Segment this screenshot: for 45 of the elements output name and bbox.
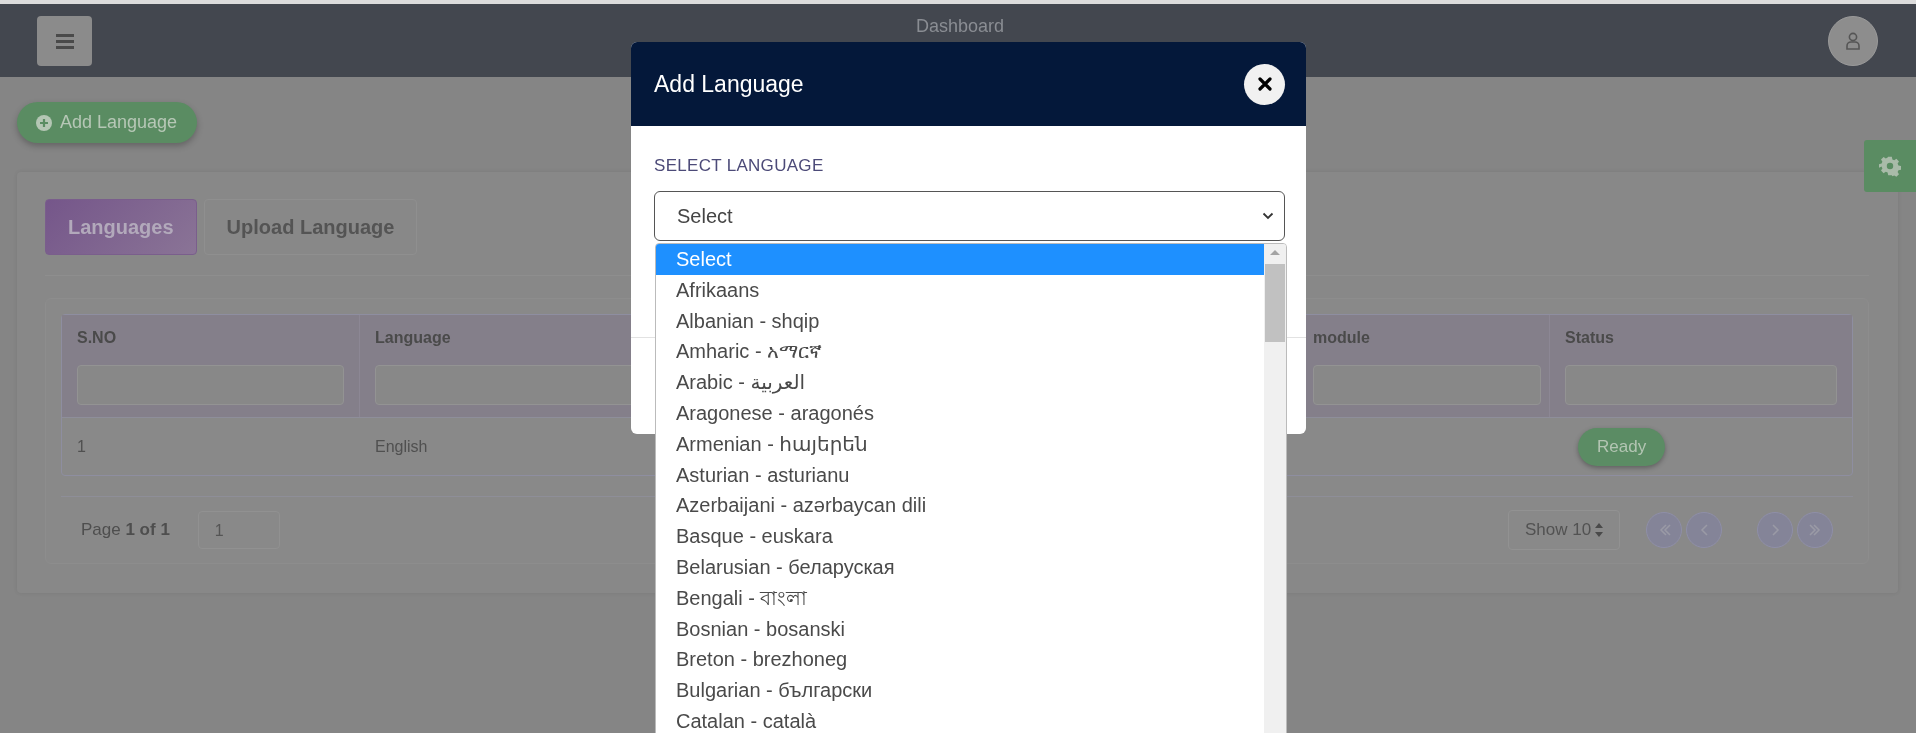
first-page-button[interactable] bbox=[1646, 512, 1682, 548]
dropdown-option[interactable]: Armenian - հայերեն bbox=[656, 428, 1264, 460]
table-cell: 1 bbox=[77, 437, 86, 455]
column-header: module bbox=[1313, 329, 1370, 346]
dropdown-option[interactable]: Bulgarian - български bbox=[656, 675, 1264, 706]
page-indicator: Page 1 of 1 bbox=[81, 520, 170, 540]
field-label: SELECT LANGUAGE bbox=[654, 156, 825, 176]
last-page-button[interactable] bbox=[1797, 512, 1833, 548]
scrollbar[interactable] bbox=[1264, 244, 1286, 733]
dropdown-option[interactable]: Basque - euskara bbox=[656, 521, 1264, 552]
dropdown-option[interactable]: Albanian - shqip bbox=[656, 305, 1264, 337]
column-header: Status bbox=[1565, 329, 1614, 346]
scroll-up-icon[interactable] bbox=[1269, 249, 1281, 256]
dialog-title: Add Language bbox=[654, 70, 804, 98]
sort-icon bbox=[1594, 522, 1604, 538]
dropdown-option[interactable]: Azerbaijani - azərbaycan dili bbox=[656, 490, 1264, 522]
column-header: Language bbox=[375, 329, 451, 346]
dropdown-option[interactable]: Bosnian - bosanski bbox=[656, 613, 1264, 645]
menu-icon bbox=[55, 32, 74, 49]
dropdown-option[interactable]: Bengali - বাংলা bbox=[656, 582, 1264, 614]
plus-circle-icon bbox=[36, 114, 52, 131]
page-title: Dashboard bbox=[914, 16, 1006, 37]
dropdown-option[interactable]: Amharic - አማርኛ bbox=[656, 336, 1264, 368]
dropdown-option[interactable]: Afrikaans bbox=[656, 274, 1264, 306]
dropdown-option[interactable]: Arabic - العربية bbox=[656, 367, 1264, 398]
dropdown-option[interactable]: Catalan - català bbox=[656, 705, 1264, 733]
scrollbar-thumb[interactable] bbox=[1265, 264, 1285, 342]
chevron-down-icon bbox=[1262, 212, 1274, 220]
previous-page-button[interactable] bbox=[1686, 512, 1722, 548]
menu-button[interactable] bbox=[37, 15, 92, 66]
table-cell: English bbox=[375, 437, 428, 455]
settings-button[interactable] bbox=[1864, 140, 1916, 192]
status-badge: Ready bbox=[1578, 427, 1666, 466]
next-page-button[interactable] bbox=[1757, 512, 1793, 548]
settings-icon bbox=[1879, 155, 1901, 177]
dropdown-option[interactable]: Breton - brezhoneg bbox=[656, 644, 1264, 676]
column-header: S.NO bbox=[77, 329, 117, 346]
dropdown-option[interactable]: Belarusian - беларуская bbox=[656, 551, 1264, 583]
close-button[interactable] bbox=[1244, 63, 1285, 105]
user-icon bbox=[1845, 31, 1861, 50]
language-select[interactable]: Select bbox=[654, 191, 1285, 241]
dropdown-option[interactable]: Asturian - asturianu bbox=[656, 459, 1264, 491]
dropdown-option[interactable]: Aragonese - aragonés bbox=[656, 398, 1264, 429]
close-icon bbox=[1257, 77, 1272, 91]
user-avatar[interactable] bbox=[1828, 15, 1878, 66]
